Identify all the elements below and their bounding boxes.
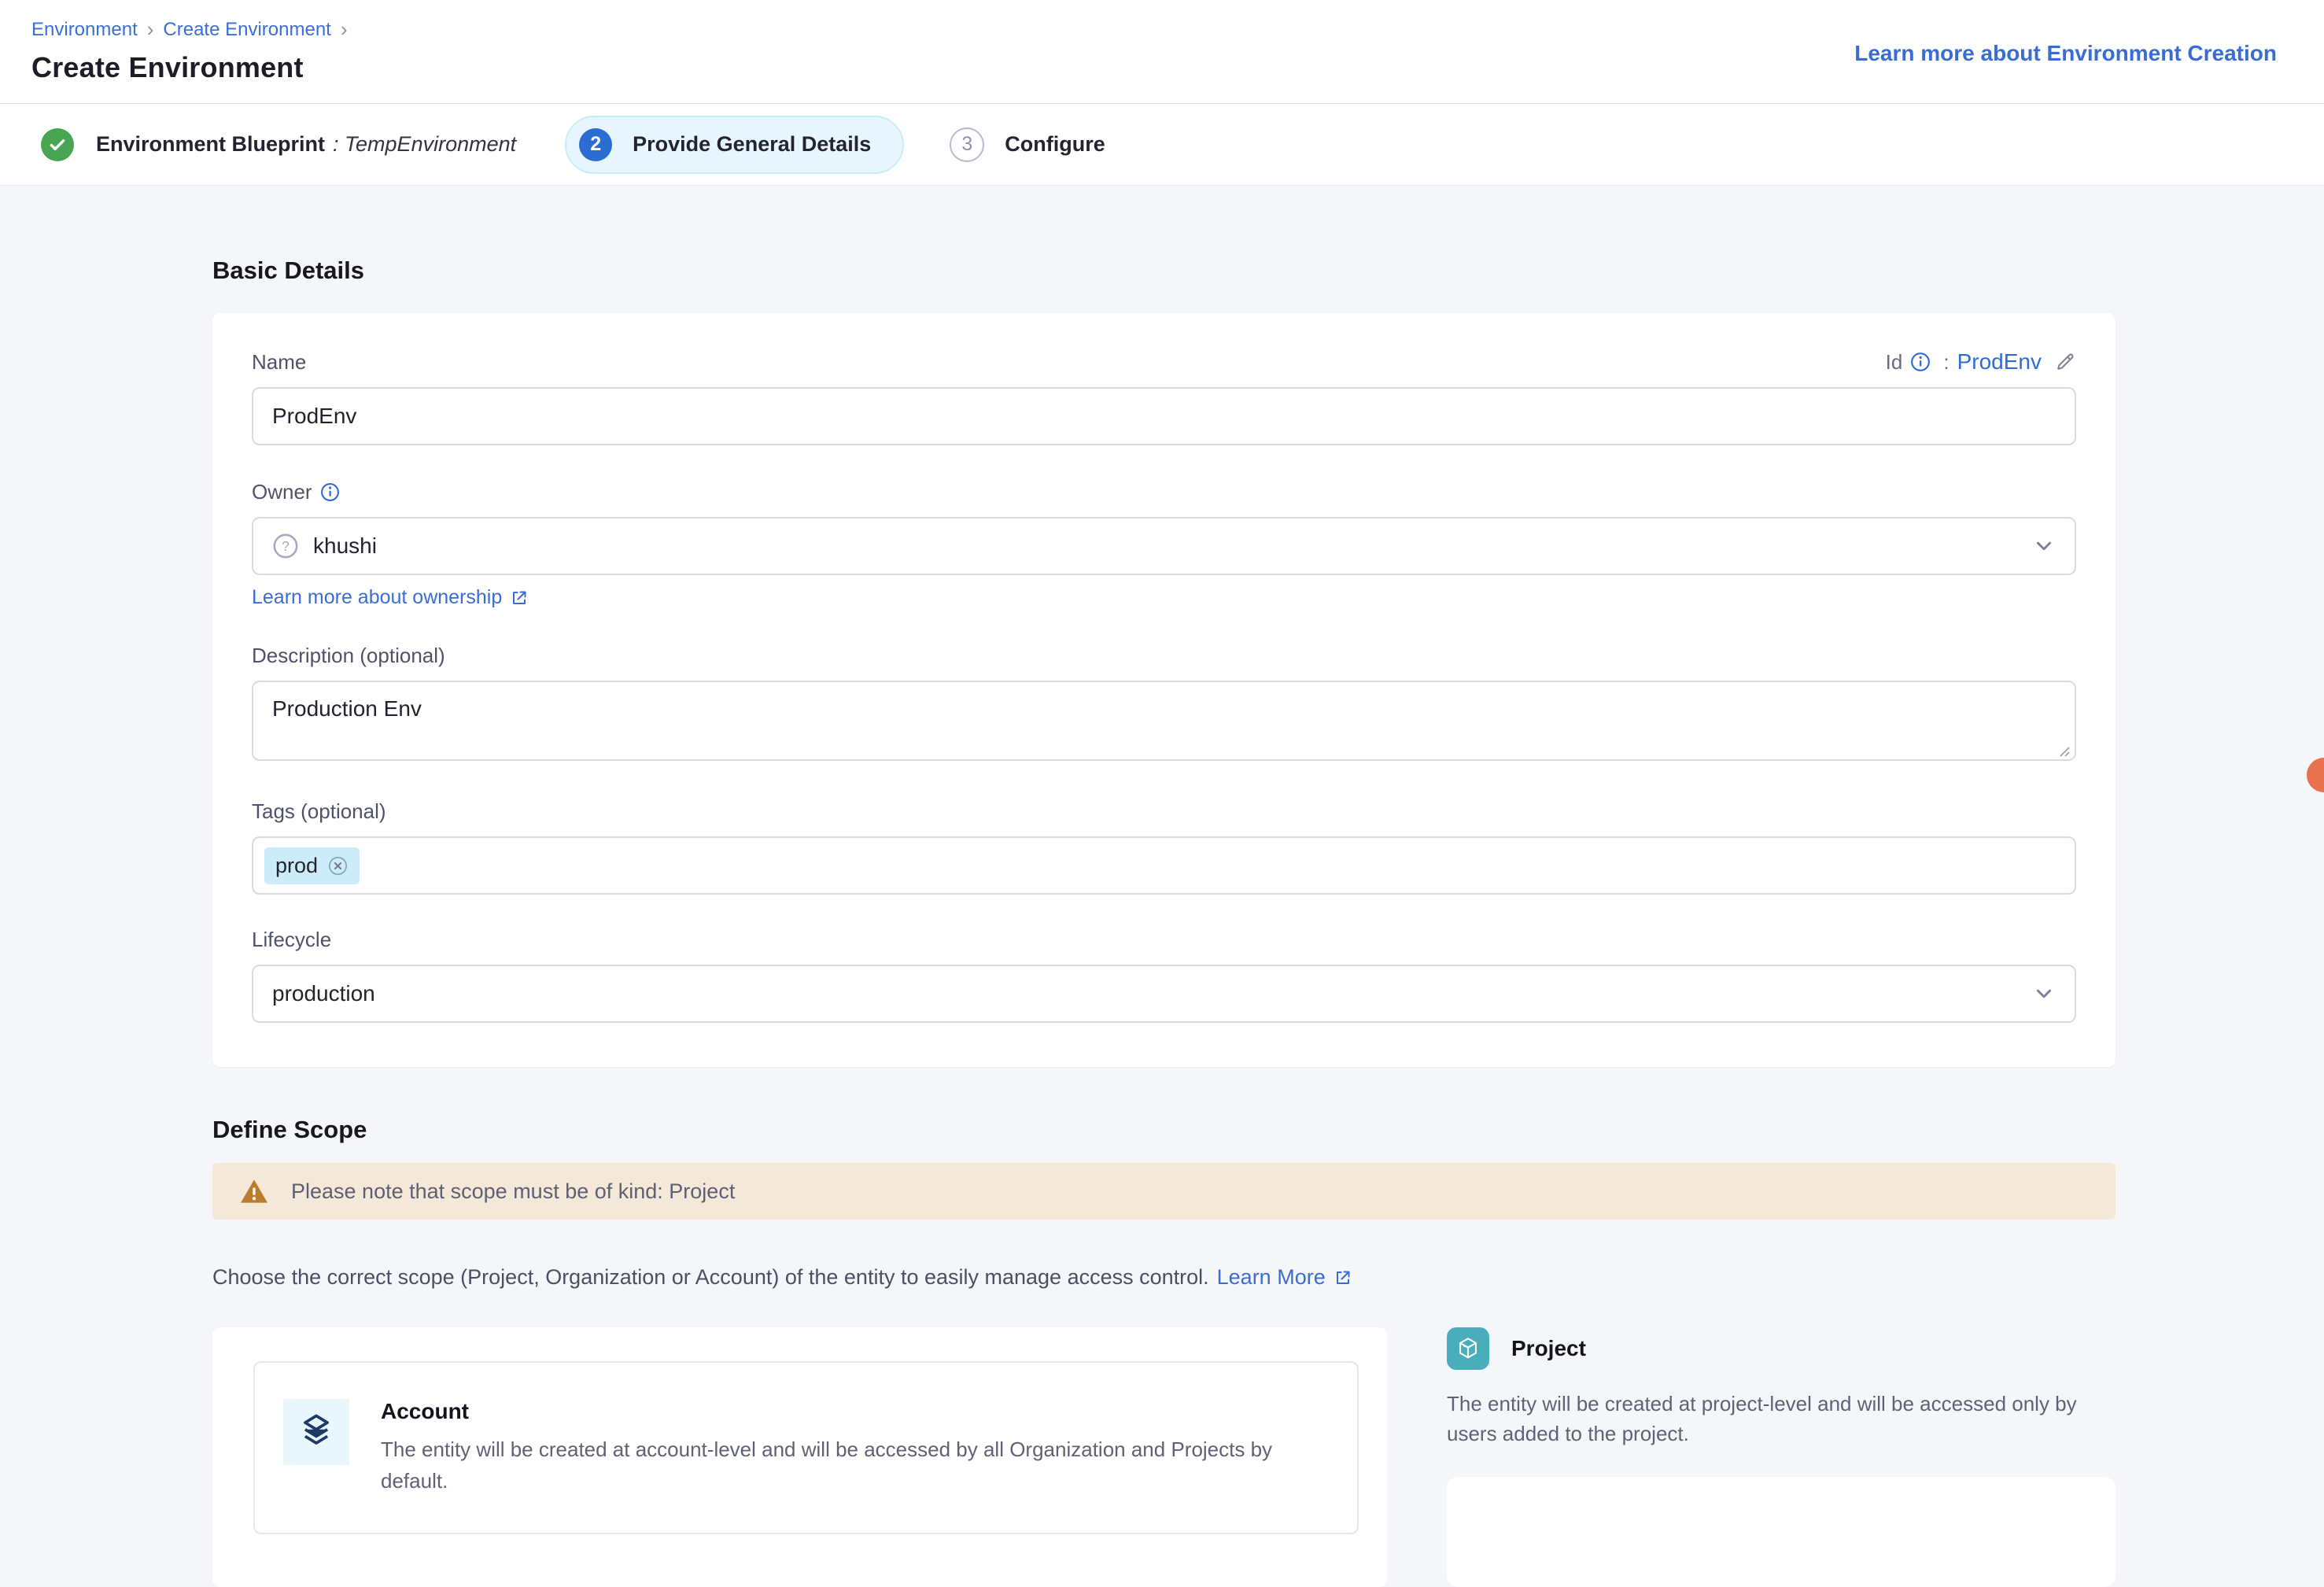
id-info-icon[interactable] <box>1910 352 1931 372</box>
owner-info-icon[interactable] <box>320 482 340 502</box>
svg-text:?: ? <box>282 538 290 554</box>
project-description: The entity will be created at project-le… <box>1447 1389 2100 1449</box>
warning-triangle-icon <box>239 1178 269 1205</box>
page-header: Environment › Create Environment › Creat… <box>0 0 2324 104</box>
account-description: The entity will be created at account-le… <box>381 1434 1326 1497</box>
breadcrumb-separator-icon: › <box>147 17 154 42</box>
tag-chip-prod: prod <box>264 847 360 884</box>
basic-details-heading: Basic Details <box>212 186 2116 285</box>
description-textarea[interactable]: Production Env <box>252 681 2076 761</box>
name-input[interactable] <box>252 387 2076 445</box>
account-scope-texts: Account The entity will be created at ac… <box>381 1399 1326 1497</box>
learn-more-environment-creation-link[interactable]: Learn more about Environment Creation <box>1854 41 2277 66</box>
account-scope-panel: Account The entity will be created at ac… <box>212 1327 1387 1587</box>
learn-more-ownership-link[interactable]: Learn more about ownership <box>252 586 529 609</box>
breadcrumb: Environment › Create Environment › <box>31 17 2277 42</box>
lifecycle-select[interactable] <box>252 965 2076 1023</box>
remove-tag-icon[interactable] <box>327 855 349 877</box>
step2-label: Provide General Details <box>633 132 871 157</box>
account-title: Account <box>381 1399 1326 1424</box>
learn-more-ownership-text: Learn more about ownership <box>252 586 502 609</box>
step2-number-badge: 2 <box>579 128 612 161</box>
scope-options: Account The entity will be created at ac… <box>212 1327 2116 1587</box>
textarea-resize-handle-icon[interactable] <box>2056 743 2071 758</box>
scope-warning-banner: Please note that scope must be of kind: … <box>212 1163 2116 1220</box>
edit-id-icon[interactable] <box>2054 351 2076 373</box>
step3-label: Configure <box>1005 132 1105 157</box>
id-label: Id <box>1886 350 1903 375</box>
project-scope-panel: Project The entity will be created at pr… <box>1398 1327 2116 1587</box>
scope-intro-text: Choose the correct scope (Project, Organ… <box>212 1265 1209 1290</box>
step1-label: Environment Blueprint <box>96 132 325 157</box>
id-separator: : <box>1943 350 1949 375</box>
breadcrumb-create-environment[interactable]: Create Environment <box>163 19 330 41</box>
chevron-down-icon <box>2032 982 2056 1006</box>
step3-number-badge: 3 <box>950 127 984 162</box>
owner-label: Owner <box>252 480 312 504</box>
step-provide-general-details[interactable]: 2 Provide General Details <box>565 116 904 174</box>
scope-warning-text: Please note that scope must be of kind: … <box>291 1179 735 1204</box>
main-content: Basic Details Name Id : ProdEnv Owner <box>0 186 2324 1587</box>
description-label: Description (optional) <box>252 644 2076 668</box>
name-label: Name <box>252 350 306 375</box>
step-environment-blueprint[interactable]: Environment Blueprint : TempEnvironment <box>41 128 516 161</box>
basic-details-card: Name Id : ProdEnv Owner ? <box>212 313 2116 1067</box>
owner-select[interactable]: ? <box>252 517 2076 575</box>
project-title: Project <box>1511 1336 1586 1361</box>
breadcrumb-separator-icon: › <box>341 17 348 42</box>
project-cube-icon <box>1447 1327 1489 1370</box>
scope-learn-more-link[interactable]: Learn More <box>1217 1265 1326 1290</box>
project-scope-header[interactable]: Project <box>1447 1327 2116 1370</box>
step1-selected-blueprint: : TempEnvironment <box>333 132 516 157</box>
scope-intro: Choose the correct scope (Project, Organ… <box>212 1265 2116 1290</box>
lifecycle-value[interactable] <box>272 981 2032 1006</box>
chevron-down-icon <box>2032 534 2056 558</box>
id-value[interactable]: ProdEnv <box>1957 349 2042 375</box>
entity-id-row: Id : ProdEnv <box>1886 349 2076 375</box>
external-link-icon <box>1334 1268 1352 1287</box>
user-placeholder-icon: ? <box>272 533 299 559</box>
external-link-icon <box>510 589 529 607</box>
tags-label: Tags (optional) <box>252 799 2076 824</box>
define-scope-heading: Define Scope <box>212 1067 2116 1144</box>
tag-chip-text: prod <box>275 854 318 878</box>
lifecycle-label: Lifecycle <box>252 928 2076 952</box>
step-complete-check-icon <box>41 128 74 161</box>
account-scope-card[interactable]: Account The entity will be created at ac… <box>253 1361 1359 1534</box>
tags-input[interactable]: prod <box>252 836 2076 895</box>
owner-value[interactable] <box>313 533 2032 559</box>
project-scope-card[interactable] <box>1447 1477 2116 1587</box>
step-configure[interactable]: 3 Configure <box>950 127 1105 162</box>
account-layers-icon <box>283 1399 349 1465</box>
breadcrumb-environment[interactable]: Environment <box>31 19 138 41</box>
wizard-stepper: Environment Blueprint : TempEnvironment … <box>0 104 2324 186</box>
